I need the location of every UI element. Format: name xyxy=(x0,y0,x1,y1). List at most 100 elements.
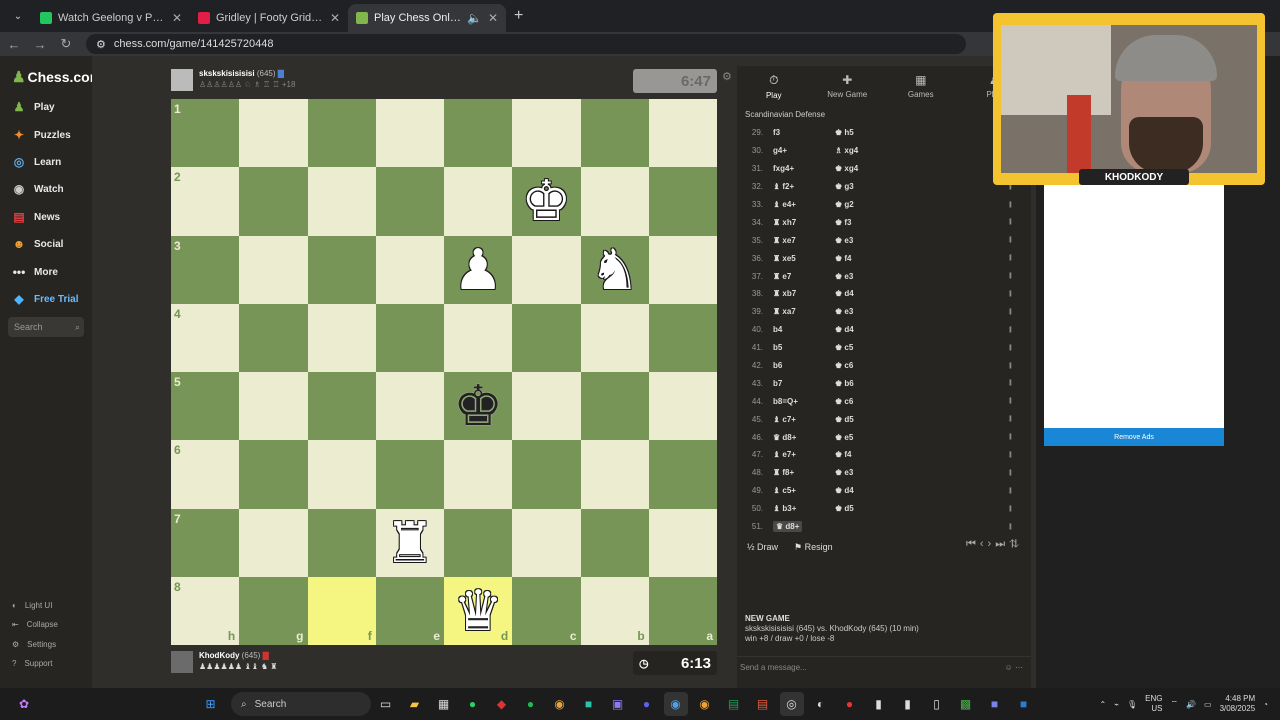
white-move[interactable]: b5 xyxy=(773,343,835,352)
steam-icon[interactable]: ◎ xyxy=(779,692,804,716)
chrome-icon-3[interactable]: ◉ xyxy=(693,692,717,716)
board-square[interactable] xyxy=(444,303,513,372)
black-move[interactable]: ♚ c6 xyxy=(835,397,895,406)
board-square[interactable]: f xyxy=(307,576,376,645)
white-move[interactable]: f3 xyxy=(773,128,835,137)
url-field[interactable]: ⚙ chess.com/game/141425720448 xyxy=(86,34,966,54)
board-square[interactable] xyxy=(375,303,444,372)
black-move[interactable]: ♚ d4 xyxy=(835,289,895,298)
board-square[interactable]: ♟ xyxy=(444,235,513,304)
board-square[interactable] xyxy=(648,303,717,372)
sidebar-item-free-trial[interactable]: ◆ Free Trial xyxy=(12,292,78,306)
teams-icon[interactable]: ■ xyxy=(983,692,1007,716)
board-settings-icon[interactable]: ⚙ xyxy=(722,70,732,83)
white-move[interactable]: ♛ d8+ xyxy=(773,433,835,442)
board-square[interactable] xyxy=(307,440,376,509)
first-move-icon[interactable]: ⏮ xyxy=(966,538,980,550)
white-move[interactable]: ♜ xb7 xyxy=(773,289,835,298)
board-square[interactable] xyxy=(648,167,717,236)
sidebar-item-puzzles[interactable]: ✦ Puzzles xyxy=(12,128,71,142)
close-tab-icon[interactable]: ✕ xyxy=(172,11,182,25)
app-icon-7[interactable]: ▮ xyxy=(896,692,920,716)
black-move[interactable]: ♚ f3 xyxy=(835,218,895,227)
chat-input[interactable]: Send a message... ☺ ⋯ xyxy=(737,656,1031,678)
resign-button[interactable]: ⚑ Resign xyxy=(794,542,833,553)
black-move[interactable]: ♚ h5 xyxy=(835,128,895,137)
board-square[interactable] xyxy=(239,303,308,372)
tab-games[interactable]: ▦ Games xyxy=(884,66,958,106)
white-move[interactable]: b6 xyxy=(773,361,835,370)
board-square[interactable]: 8h xyxy=(171,576,240,645)
black-move[interactable]: ♚ c5 xyxy=(835,343,895,352)
board-square[interactable] xyxy=(239,372,308,441)
board-square[interactable] xyxy=(307,508,376,577)
sidebar-item-watch[interactable]: ◉ Watch xyxy=(12,182,64,196)
white-move[interactable]: ♜ xe5 xyxy=(773,254,835,263)
whatsapp-icon[interactable]: ● xyxy=(461,692,485,716)
chess-board[interactable]: 1 2 ♚ 3 ♟ ♞ 4 5 ♚ 6 7 ♜ 8 h g f e d ♛ c b a xyxy=(171,99,717,645)
browser-tab-2[interactable]: Gridley | Footy Grid Game for A ✕ xyxy=(190,4,348,32)
new-tab-button[interactable]: + xyxy=(514,7,523,25)
board-square[interactable] xyxy=(648,99,717,168)
white-queen-icon[interactable]: ♛ xyxy=(444,577,512,645)
board-square[interactable] xyxy=(307,167,376,236)
forward-icon[interactable]: → xyxy=(28,37,52,52)
taskbar-clock[interactable]: 4:48 PM 3/08/2025 xyxy=(1220,694,1256,714)
settings-button[interactable]: ⚙ Settings xyxy=(12,640,56,649)
board-square[interactable]: ♚ xyxy=(512,167,581,236)
board-square[interactable] xyxy=(307,99,376,168)
board-square[interactable]: 6 xyxy=(171,440,240,509)
board-square[interactable] xyxy=(512,235,581,304)
opponent-avatar[interactable] xyxy=(171,69,193,91)
board-square[interactable]: d ♛ xyxy=(444,576,513,645)
black-move[interactable]: ♚ f4 xyxy=(835,254,895,263)
white-move[interactable]: ♝ e4+ xyxy=(773,200,835,209)
opening-name[interactable]: Scandinavian Defense xyxy=(737,106,1031,124)
board-square[interactable] xyxy=(648,235,717,304)
tab-play[interactable]: ⏱ Play xyxy=(737,66,811,106)
sidebar-item-learn[interactable]: ◎ Learn xyxy=(12,155,61,169)
white-move[interactable]: ♝ e7+ xyxy=(773,450,835,459)
discord-icon[interactable]: ● xyxy=(635,692,659,716)
word-icon[interactable]: ■ xyxy=(1012,692,1036,716)
black-move[interactable]: ♗ xg4 xyxy=(835,146,895,155)
white-move[interactable]: fxg4+ xyxy=(773,164,835,173)
app-icon-4[interactable]: ▤ xyxy=(751,692,775,716)
board-square[interactable] xyxy=(512,372,581,441)
board-square[interactable] xyxy=(307,235,376,304)
move-list[interactable]: 29. f3 ♚ h5 ▌ 30. g4+ ♗ xg4 ▌ 31. fxg4+ ♚ xg4 ▌ 32. ♝… xyxy=(737,124,1031,538)
black-move[interactable]: ♚ d5 xyxy=(835,415,895,424)
back-icon[interactable]: ← xyxy=(2,37,26,52)
white-move[interactable]: ♜ xh7 xyxy=(773,218,835,227)
network-icon[interactable]: ⌁ xyxy=(1114,700,1119,709)
board-square[interactable]: b xyxy=(580,576,649,645)
white-move[interactable]: ♜ xa7 xyxy=(773,307,835,316)
board-square[interactable] xyxy=(239,440,308,509)
player-name-line[interactable]: KhodKody (645) ▇ xyxy=(199,651,277,660)
white-move[interactable]: ♝ f2+ xyxy=(773,182,835,191)
language-indicator[interactable]: ENG US xyxy=(1145,694,1162,714)
board-square[interactable] xyxy=(239,167,308,236)
white-rook-icon[interactable]: ♜ xyxy=(376,509,444,577)
last-move-icon[interactable]: ⏭ xyxy=(995,538,1009,550)
support-button[interactable]: ? Support xyxy=(12,659,52,668)
sidebar-item-more[interactable]: ••• More xyxy=(12,265,58,279)
flip-board-icon[interactable]: ⇅ xyxy=(1009,538,1023,550)
close-tab-icon[interactable]: ✕ xyxy=(488,11,498,25)
black-move[interactable]: ♚ e3 xyxy=(835,468,895,477)
light-ui-button[interactable]: ◐ Light UI xyxy=(12,601,52,610)
board-square[interactable] xyxy=(444,167,513,236)
board-square[interactable]: 2 xyxy=(171,167,240,236)
task-view-icon[interactable]: ▭ xyxy=(374,692,398,716)
board-square[interactable]: ♜ xyxy=(375,508,444,577)
board-square[interactable] xyxy=(444,99,513,168)
prev-move-icon[interactable]: ‹ xyxy=(980,538,988,550)
black-move[interactable]: ♚ e3 xyxy=(835,272,895,281)
board-square[interactable]: 5 xyxy=(171,372,240,441)
white-move[interactable]: ♝ c5+ xyxy=(773,486,835,495)
taskbar-search[interactable]: ⌕ Search xyxy=(231,692,371,716)
board-square[interactable]: 4 xyxy=(171,303,240,372)
black-move[interactable]: ♚ xg4 xyxy=(835,164,895,173)
black-move[interactable]: ♚ f4 xyxy=(835,450,895,459)
file-icon[interactable]: ▯ xyxy=(925,692,949,716)
